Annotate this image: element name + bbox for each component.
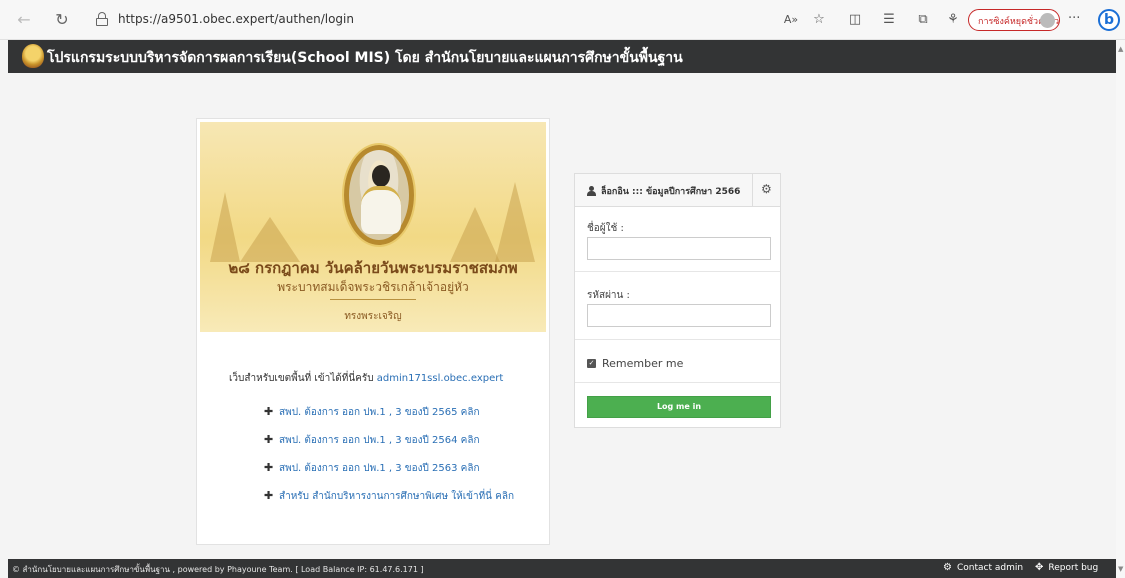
divider — [575, 382, 780, 383]
link-label: สพป. ต้องการ ออก ปพ.1 , 3 ของปี 2565 คลิ… — [279, 407, 480, 418]
address-bar[interactable]: https://a9501.obec.expert/authen/login — [96, 9, 656, 31]
password-label: รหัสผ่าน : — [587, 290, 630, 301]
ornament-divider — [330, 299, 416, 300]
username-input[interactable] — [587, 237, 771, 260]
gear-icon: ⚙ — [761, 182, 772, 196]
profile-sync-button[interactable]: การซิงค์หยุดชั่วคราว — [968, 9, 1060, 31]
plus-icon: ✚ — [264, 405, 274, 418]
collections-icon[interactable]: ⧉ — [914, 11, 932, 29]
divider — [575, 271, 780, 272]
report-bug-label: Report bug — [1048, 563, 1099, 573]
royal-banner: ๒๘ กรกฎาคม วันคล้ายวันพระบรมราชสมภพ พระบ… — [200, 122, 546, 332]
remember-label[interactable]: Remember me — [602, 357, 683, 370]
obec-logo-icon — [22, 44, 44, 68]
report-bug-link[interactable]: ✥ Report bug — [1035, 562, 1098, 573]
area-info-text: เว็บสำหรับเขตพื้นที่ เข้าได้ที่นี่ครับ a… — [229, 371, 503, 386]
link-label: สพป. ต้องการ ออก ปพ.1 , 3 ของปี 2564 คลิ… — [279, 435, 480, 446]
contact-admin-link[interactable]: ⚙ Contact admin — [943, 562, 1023, 573]
login-panel: ล็อกอิน ::: ข้อมูลปีการศึกษา 2566 ⚙ ชื่อ… — [574, 173, 781, 428]
plus-icon: ✚ — [264, 489, 274, 502]
area-info-label: เว็บสำหรับเขตพื้นที่ เข้าได้ที่นี่ครับ — [229, 373, 377, 384]
app-header: โปรแกรมระบบบริหารจัดการผลการเรียน(School… — [8, 40, 1116, 73]
split-screen-icon[interactable]: ◫ — [846, 11, 864, 29]
divider — [575, 339, 780, 340]
crosshair-icon: ✥ — [1035, 562, 1044, 573]
contact-admin-label: Contact admin — [956, 563, 1024, 573]
plus-icon: ✚ — [264, 461, 274, 474]
scroll-down-icon[interactable]: ▼ — [1118, 566, 1124, 573]
page-scrollbar[interactable] — [1116, 40, 1125, 578]
link-label: สำหรับ สำนักบริหารงานการศึกษาพิเศษ ให้เข… — [279, 491, 515, 502]
banner-subline: พระบาทสมเด็จพระวชิรเกล้าเจ้าอยู่หัว — [277, 280, 469, 294]
remember-checkbox[interactable]: ✓ — [587, 359, 596, 368]
login-button[interactable]: Log me in — [587, 396, 771, 418]
username-label: ชื่อผู้ใช้ : — [587, 223, 624, 234]
settings-button[interactable]: ⚙ — [752, 174, 780, 207]
announcement-card: ๒๘ กรกฎาคม วันคล้ายวันพระบรมราชสมภพ พระบ… — [196, 118, 550, 545]
extensions-icon[interactable]: ⚘ — [944, 11, 962, 29]
more-menu-icon[interactable]: ··· — [1068, 11, 1080, 26]
avatar — [1040, 13, 1055, 28]
banner-headline: ๒๘ กรกฎาคม วันคล้ายวันพระบรมราชสมภพ — [228, 259, 518, 277]
plus-icon: ✚ — [264, 433, 274, 446]
link-2563[interactable]: ✚ สพป. ต้องการ ออก ปพ.1 , 3 ของปี 2563 คล… — [264, 461, 480, 476]
refresh-icon[interactable]: ↻ — [52, 10, 72, 30]
royal-portrait — [344, 145, 414, 245]
lock-icon — [96, 12, 108, 26]
url-text: https://a9501.obec.expert/authen/login — [118, 12, 354, 26]
login-title: ล็อกอิน ::: ข้อมูลปีการศึกษา 2566 — [601, 187, 741, 197]
favorites-icon[interactable]: ☰ — [880, 11, 898, 29]
login-header: ล็อกอิน ::: ข้อมูลปีการศึกษา 2566 ⚙ — [575, 174, 780, 207]
browser-toolbar: ← ↻ https://a9501.obec.expert/authen/log… — [0, 0, 1125, 40]
bing-chat-icon[interactable]: b — [1098, 9, 1120, 31]
scroll-up-icon[interactable]: ▲ — [1118, 46, 1124, 53]
favorite-star-icon[interactable]: ☆ — [810, 11, 828, 29]
footer: © สำนักนโยบายและแผนการศึกษาขั้นพื้นฐาน ,… — [8, 559, 1116, 578]
back-arrow-icon[interactable]: ← — [14, 10, 34, 30]
footer-copyright: © สำนักนโยบายและแผนการศึกษาขั้นพื้นฐาน ,… — [12, 565, 424, 574]
password-input[interactable] — [587, 304, 771, 327]
link-2565[interactable]: ✚ สพป. ต้องการ ออก ปพ.1 , 3 ของปี 2565 คล… — [264, 405, 480, 420]
read-aloud-icon[interactable]: A» — [782, 11, 800, 29]
link-label: สพป. ต้องการ ออก ปพ.1 , 3 ของปี 2563 คลิ… — [279, 463, 480, 474]
page-title: โปรแกรมระบบบริหารจัดการผลการเรียน(School… — [47, 50, 683, 66]
user-icon — [587, 186, 596, 196]
banner-sign: ทรงพระเจริญ — [344, 311, 402, 322]
admin-link[interactable]: admin171ssl.obec.expert — [377, 373, 504, 384]
gears-icon: ⚙ — [943, 562, 952, 573]
link-2564[interactable]: ✚ สพป. ต้องการ ออก ปพ.1 , 3 ของปี 2564 คล… — [264, 433, 480, 448]
link-special-education[interactable]: ✚ สำหรับ สำนักบริหารงานการศึกษาพิเศษ ให้เ… — [264, 489, 514, 504]
